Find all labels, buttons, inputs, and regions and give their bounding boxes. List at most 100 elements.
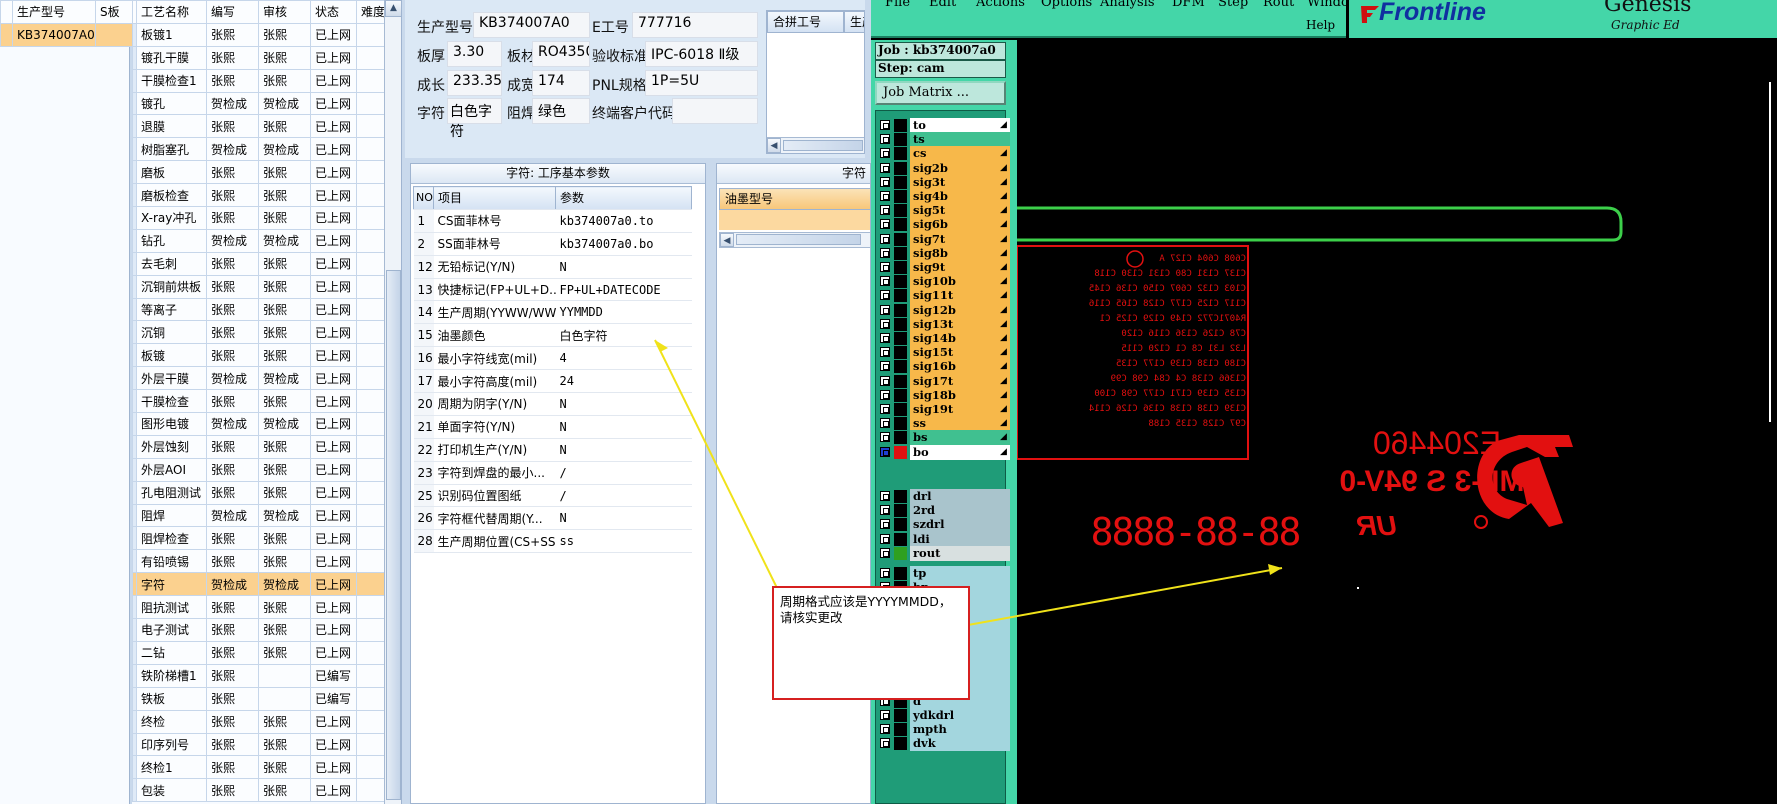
table-row[interactable]: 阻焊 贺检成 贺检成 已上网 xyxy=(132,503,385,528)
cell-author[interactable]: 贺检成 xyxy=(206,228,259,253)
cell-no[interactable]: 22 xyxy=(413,438,434,462)
cell-status[interactable]: 已上网 xyxy=(310,755,357,780)
layer-checkbox[interactable] xyxy=(880,191,890,201)
table-row[interactable]: X-ray冲孔 张熙 张熙 已上网 xyxy=(132,206,385,230)
cell-difficulty[interactable] xyxy=(356,663,385,688)
cell-author[interactable]: 张熙 xyxy=(206,618,259,642)
job-matrix-button[interactable]: Job Matrix ... xyxy=(875,81,1006,105)
char-field[interactable]: 白色字符 xyxy=(447,98,502,140)
table-row[interactable]: 14生产周期(YYWW/WWYY)YYMMDD xyxy=(413,300,692,325)
cell-author[interactable]: 张熙 xyxy=(206,251,259,276)
cell-difficulty[interactable] xyxy=(356,709,385,734)
cell-status[interactable]: 已上网 xyxy=(310,457,357,482)
cell-difficulty[interactable] xyxy=(356,595,385,620)
customer-code-field[interactable] xyxy=(672,98,758,124)
cell-reviewer[interactable]: 贺检成 xyxy=(258,366,311,391)
col-header-no[interactable]: NO xyxy=(413,186,434,210)
cell-process[interactable]: 图形电镀 xyxy=(136,412,207,436)
scroll-thumb[interactable] xyxy=(386,270,401,800)
menu-edit[interactable]: Edit xyxy=(929,0,956,10)
layer-color-swatch[interactable] xyxy=(894,275,907,289)
cell-status[interactable]: 已上网 xyxy=(310,183,357,208)
cell-author[interactable]: 张熙 xyxy=(206,160,259,185)
cell-status[interactable]: 已上网 xyxy=(310,91,357,116)
cell-status[interactable]: 已上网 xyxy=(310,297,357,322)
layer-checkbox[interactable] xyxy=(880,205,890,216)
cell-author[interactable]: 张熙 xyxy=(206,526,259,551)
cell-reviewer[interactable]: 张熙 xyxy=(258,640,311,665)
cell-item[interactable]: 字符到焊盘的最小... xyxy=(433,461,556,485)
layer-checkbox[interactable] xyxy=(880,134,890,145)
cell-value[interactable]: / xyxy=(555,484,692,508)
table-row[interactable]: 22 打印机生产(Y/N) N xyxy=(413,438,692,462)
mask-field[interactable]: 绿色 xyxy=(532,98,590,124)
col-header-process[interactable]: 工艺名称 xyxy=(136,0,207,24)
layer-name[interactable]: sig4b xyxy=(910,189,1010,204)
cell-reviewer[interactable]: 贺检成 xyxy=(258,228,311,253)
col-header-model[interactable]: 生产型号 xyxy=(12,0,96,24)
cell-author[interactable]: 张熙 xyxy=(206,732,259,757)
col-header-value[interactable]: 参数 xyxy=(555,186,692,210)
cell-item[interactable]: 无铅标记(Y/N) xyxy=(433,255,556,279)
cell-process[interactable]: 树脂塞孔 xyxy=(136,137,207,162)
cell-difficulty[interactable] xyxy=(356,457,385,482)
layer-checkbox[interactable] xyxy=(880,738,890,749)
cell-author[interactable]: 张熙 xyxy=(206,595,259,620)
cell-process[interactable]: 等离子 xyxy=(136,297,207,322)
table-row[interactable]: 26 字符框代替周期(Y... N xyxy=(413,506,692,531)
table-row[interactable]: 磨板 张熙 张熙 已上网 xyxy=(132,160,385,185)
cell-value[interactable]: N xyxy=(555,255,692,279)
cell-author[interactable]: 张熙 xyxy=(206,434,259,459)
cell-reviewer[interactable]: 张熙 xyxy=(258,183,311,208)
cell-item[interactable]: CS面菲林号 xyxy=(433,209,556,233)
process-scrollbar[interactable]: ▲ xyxy=(384,0,401,804)
layer-row-sig5t[interactable]: sig5t ◢ xyxy=(876,203,1012,219)
table-row[interactable]: 沉铜 张熙 张熙 已上网 xyxy=(132,320,385,345)
cell-no[interactable]: 13 xyxy=(413,278,434,302)
cell-difficulty[interactable] xyxy=(356,572,385,597)
cell-status[interactable]: 已上网 xyxy=(310,251,357,276)
layer-row-ss[interactable]: ss ◢ xyxy=(876,416,1012,432)
menu-analysis[interactable]: Analysis xyxy=(1100,0,1155,10)
cell-no[interactable]: 28 xyxy=(413,529,434,554)
layer-name[interactable]: sig7t xyxy=(910,231,1010,247)
cell-reviewer[interactable]: 张熙 xyxy=(258,22,311,47)
cell-author[interactable]: 张熙 xyxy=(206,755,259,780)
cell-reviewer[interactable]: 贺检成 xyxy=(258,572,311,597)
layer-color-swatch[interactable] xyxy=(894,190,907,203)
col-header-ink-model[interactable]: 油墨型号 xyxy=(719,188,870,210)
cell-author[interactable]: 贺检成 xyxy=(206,366,259,391)
cell-process[interactable]: 终检1 xyxy=(136,755,207,780)
cell-author[interactable]: 张熙 xyxy=(206,389,259,414)
annotation-note[interactable]: 周期格式应该是YYYYMMDD，请核实更改 xyxy=(772,586,970,700)
layer-name[interactable]: sig9t xyxy=(910,260,1010,275)
table-row[interactable]: 13 快捷标记(FP+UL+D... FP+UL+DATECODE xyxy=(413,278,692,302)
cell-process[interactable]: 有铅喷锡 xyxy=(136,549,207,574)
scroll-left-button[interactable]: ◀ xyxy=(720,233,734,247)
layer-checkbox[interactable] xyxy=(880,290,890,301)
layer-checkbox[interactable] xyxy=(880,389,890,400)
table-row[interactable]: 2 SS面菲林号 kb374007a0.bo xyxy=(413,232,692,256)
layer-row-tp[interactable]: tp xyxy=(876,566,1012,581)
cell-no[interactable]: 12 xyxy=(413,255,434,279)
cell-process[interactable]: 铁板 xyxy=(136,686,207,711)
cell-item[interactable]: 快捷标记(FP+UL+D... xyxy=(433,278,556,302)
layer-row-ts[interactable]: ts xyxy=(876,132,1012,148)
layer-color-swatch[interactable] xyxy=(894,709,907,722)
cell-status[interactable]: 已上网 xyxy=(310,434,357,459)
layer-row-2rd[interactable]: 2rd xyxy=(876,503,1012,519)
cell-no[interactable]: 20 xyxy=(413,392,434,416)
cell-item[interactable]: 周期为阴字(Y/N) xyxy=(433,392,556,416)
layer-color-swatch[interactable] xyxy=(894,567,907,580)
layer-checkbox[interactable] xyxy=(880,347,890,358)
cell-process[interactable]: 去毛刺 xyxy=(136,251,207,276)
cell-process[interactable]: 铁阶梯槽1 xyxy=(136,663,207,688)
table-row[interactable]: 干膜检查 张熙 张熙 已上网 xyxy=(132,389,385,414)
ink-selected-row[interactable] xyxy=(719,210,870,230)
cell-reviewer[interactable]: 张熙 xyxy=(258,206,311,230)
cell-difficulty[interactable] xyxy=(356,297,385,322)
layer-color-swatch[interactable] xyxy=(894,317,907,331)
layer-name[interactable]: tp xyxy=(910,566,1010,581)
cell-item[interactable]: 识别码位置图纸 xyxy=(433,484,556,508)
table-row[interactable]: 17 最小字符高度(mil) 24 xyxy=(413,369,692,394)
